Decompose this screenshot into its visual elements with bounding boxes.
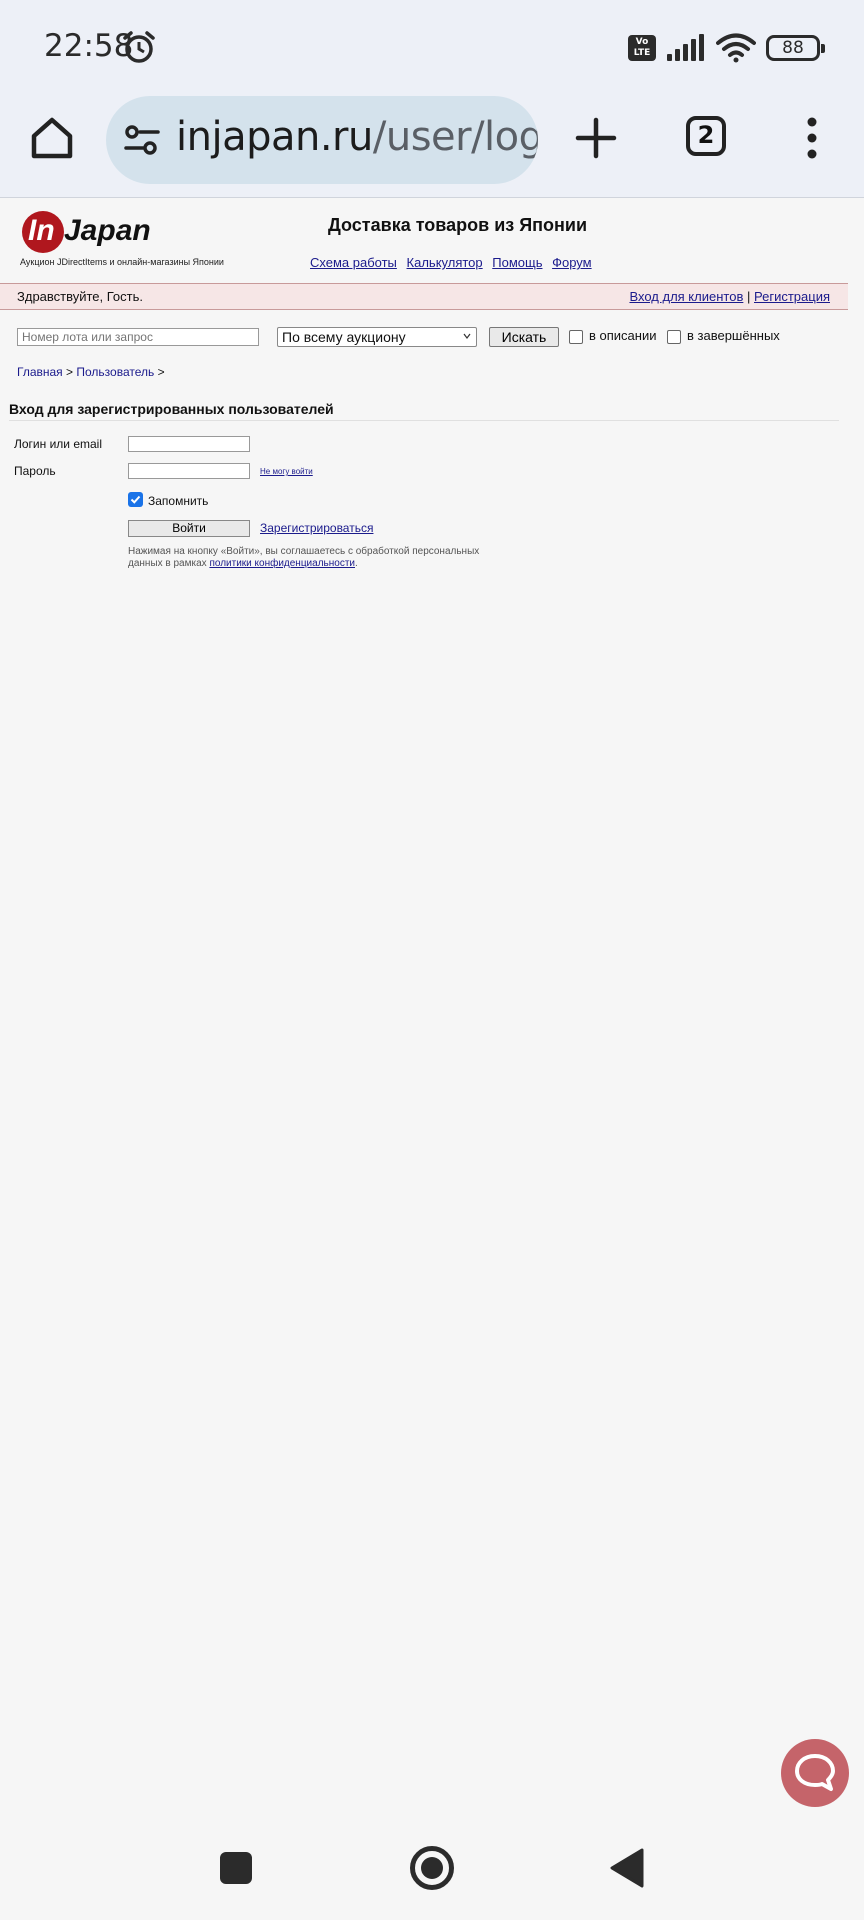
- signup-link[interactable]: Зарегистрироваться: [260, 521, 373, 535]
- breadcrumb-sep: >: [66, 365, 74, 379]
- in-completed-checkbox[interactable]: [667, 330, 681, 344]
- browser-toolbar: injapan.ru/user/login 2: [0, 96, 864, 198]
- register-link[interactable]: Регистрация: [754, 289, 830, 304]
- login-button[interactable]: Войти: [128, 520, 250, 537]
- plus-icon[interactable]: [574, 116, 618, 160]
- url-path: /user/login: [372, 114, 538, 160]
- login-input[interactable]: [128, 436, 250, 452]
- in-completed-label: в завершённых: [687, 328, 780, 343]
- site-logo[interactable]: In Japan: [22, 211, 172, 255]
- notice-end: .: [355, 558, 358, 569]
- greeting-bar: Здравствуйте, Гость. Вход для клиентов |…: [0, 283, 848, 310]
- status-bar: 22:58 Vo LTE 88: [0, 0, 864, 96]
- address-bar[interactable]: injapan.ru/user/login: [106, 96, 538, 184]
- login-label: Логин или email: [14, 437, 103, 451]
- url-text[interactable]: injapan.ru/user/login: [176, 114, 538, 160]
- search-scope-value: По всему аукциону: [282, 329, 406, 345]
- home-icon[interactable]: [28, 114, 76, 162]
- tune-icon[interactable]: [124, 122, 160, 158]
- url-host: injapan.ru: [176, 114, 373, 160]
- auth-separator: |: [746, 289, 751, 304]
- back-icon[interactable]: [610, 1848, 644, 1888]
- recents-button[interactable]: [220, 1852, 252, 1884]
- search-input[interactable]: [17, 328, 259, 346]
- remember-label: Запомнить: [148, 494, 209, 508]
- search-button[interactable]: Искать: [489, 327, 559, 347]
- login-section-title: Вход для зарегистрированных пользователе…: [9, 401, 839, 421]
- in-description-checkbox[interactable]: [569, 330, 583, 344]
- chat-bubble-icon: [795, 1754, 835, 1791]
- nav-help[interactable]: Помощь: [492, 255, 542, 270]
- auth-links: Вход для клиентов | Регистрация: [629, 289, 830, 304]
- logo-in: In: [28, 214, 55, 247]
- volte-icon: Vo LTE: [628, 35, 656, 61]
- remember-checkbox[interactable]: [128, 492, 143, 507]
- password-input[interactable]: [128, 463, 250, 479]
- breadcrumb-home[interactable]: Главная: [17, 365, 63, 379]
- logo-japan: Japan: [64, 214, 151, 247]
- logo-subtitle: Аукцион JDirectItems и онлайн-магазины Я…: [20, 257, 224, 267]
- chat-button[interactable]: [781, 1739, 849, 1807]
- check-icon: [130, 495, 141, 504]
- nav-calculator[interactable]: Калькулятор: [407, 255, 483, 270]
- nav-forum[interactable]: Форум: [552, 255, 592, 270]
- password-label: Пароль: [14, 464, 56, 478]
- top-nav: Схема работы Калькулятор Помощь Форум: [310, 255, 598, 270]
- search-row: По всему аукциону Искать в описании в за…: [17, 327, 857, 349]
- wifi-icon: [716, 33, 756, 63]
- more-vert-icon[interactable]: [800, 114, 824, 162]
- greeting-text: Здравствуйте, Гость.: [17, 289, 143, 304]
- home-button[interactable]: [410, 1846, 454, 1890]
- status-time: 22:58: [44, 28, 134, 64]
- breadcrumb-sep: >: [157, 365, 165, 379]
- chevron-down-icon: [463, 333, 471, 339]
- alarm-icon: [123, 31, 155, 63]
- in-description-label: в описании: [589, 328, 657, 343]
- site-title: Доставка товаров из Японии: [328, 215, 588, 235]
- search-scope-select[interactable]: По всему аукциону: [277, 327, 477, 347]
- forgot-password-link[interactable]: Не могу войти: [260, 467, 313, 476]
- signal-icon: [667, 34, 704, 61]
- privacy-notice: Нажимая на кнопку «Войти», вы соглашаете…: [128, 546, 488, 570]
- status-icons: Vo LTE 88: [628, 32, 825, 64]
- breadcrumb: Главная > Пользователь >: [17, 365, 165, 379]
- client-login-link[interactable]: Вход для клиентов: [629, 289, 743, 304]
- battery-icon: 88: [766, 35, 825, 61]
- breadcrumb-user[interactable]: Пользователь: [76, 365, 154, 379]
- privacy-policy-link[interactable]: политики конфиденциальности: [209, 558, 355, 569]
- nav-scheme[interactable]: Схема работы: [310, 255, 397, 270]
- tabs-button[interactable]: 2: [686, 116, 726, 156]
- system-nav-bar: [0, 1830, 864, 1920]
